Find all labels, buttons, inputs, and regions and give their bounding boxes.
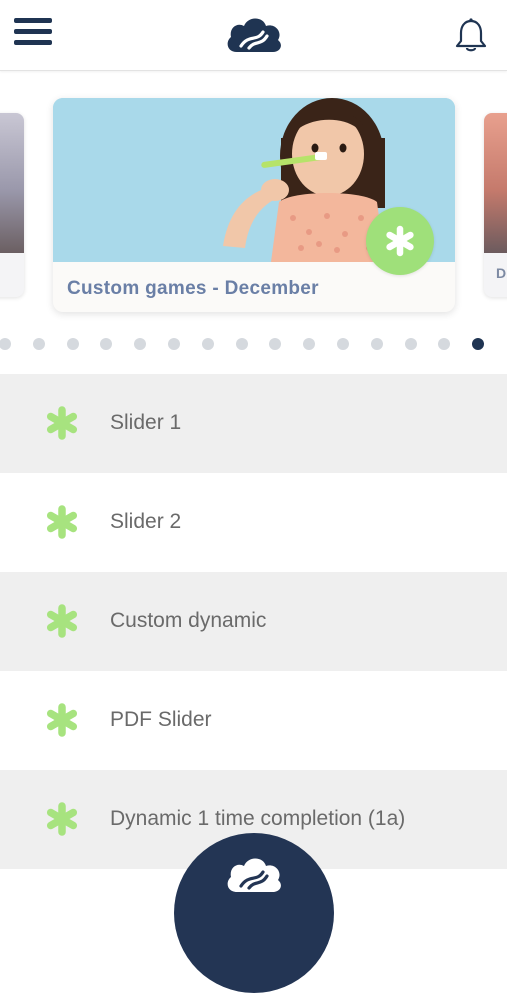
list-item[interactable]: Slider 2 [0, 473, 507, 572]
pagination-dot[interactable] [100, 338, 113, 350]
pagination-dot[interactable] [370, 338, 383, 350]
pagination-dot[interactable] [303, 338, 316, 350]
asterisk-icon [46, 406, 78, 440]
pagination-dot[interactable] [0, 338, 11, 350]
top-app-bar [0, 0, 507, 71]
list-item[interactable]: Slider 1 [0, 374, 507, 473]
asterisk-icon [386, 225, 414, 257]
card-badge [366, 207, 434, 275]
pagination-dot[interactable] [32, 338, 45, 350]
cloud-logo-icon[interactable] [223, 852, 285, 898]
pagination-dot[interactable] [235, 338, 248, 350]
pagination-dot[interactable] [201, 338, 214, 350]
pagination-dot[interactable] [472, 338, 485, 350]
carousel-card-current[interactable]: Custom games - December [53, 98, 455, 312]
hamburger-menu-icon[interactable] [14, 18, 52, 50]
mountain-photo [0, 113, 24, 253]
list-item-label: Dynamic 1 time completion (1a) [110, 807, 406, 830]
pagination-dot[interactable] [269, 338, 282, 350]
pagination-dot[interactable] [66, 338, 79, 350]
pagination-dot[interactable] [438, 338, 451, 350]
featured-carousel[interactable]: Custom games - December D [0, 70, 507, 370]
pagination-dot[interactable] [337, 338, 349, 350]
carousel-pagination [0, 336, 507, 352]
asterisk-icon [46, 703, 78, 737]
list-item-label: Slider 2 [110, 510, 182, 533]
mountain-photo [484, 113, 507, 253]
content-list: Slider 1 Slider 2 Custom dynamic PDF Sli… [0, 374, 507, 869]
list-item[interactable]: Custom dynamic [0, 572, 507, 671]
pagination-dot[interactable] [404, 338, 417, 350]
carousel-card-previous[interactable] [0, 113, 24, 297]
list-item[interactable]: PDF Slider [0, 671, 507, 770]
list-item-label: Slider 1 [110, 411, 182, 434]
pagination-dot[interactable] [168, 338, 180, 350]
list-item-label: PDF Slider [110, 708, 212, 731]
asterisk-icon [46, 505, 78, 539]
cloud-logo-icon[interactable] [223, 12, 285, 58]
pagination-dot[interactable] [134, 338, 147, 350]
carousel-card-next[interactable]: D [484, 113, 507, 297]
list-item-label: Custom dynamic [110, 609, 267, 632]
asterisk-icon [46, 802, 78, 836]
carousel-card-title: Custom games - December [67, 278, 319, 299]
asterisk-icon [46, 604, 78, 638]
carousel-card-next-title: D [496, 265, 507, 281]
bell-icon[interactable] [452, 16, 490, 54]
